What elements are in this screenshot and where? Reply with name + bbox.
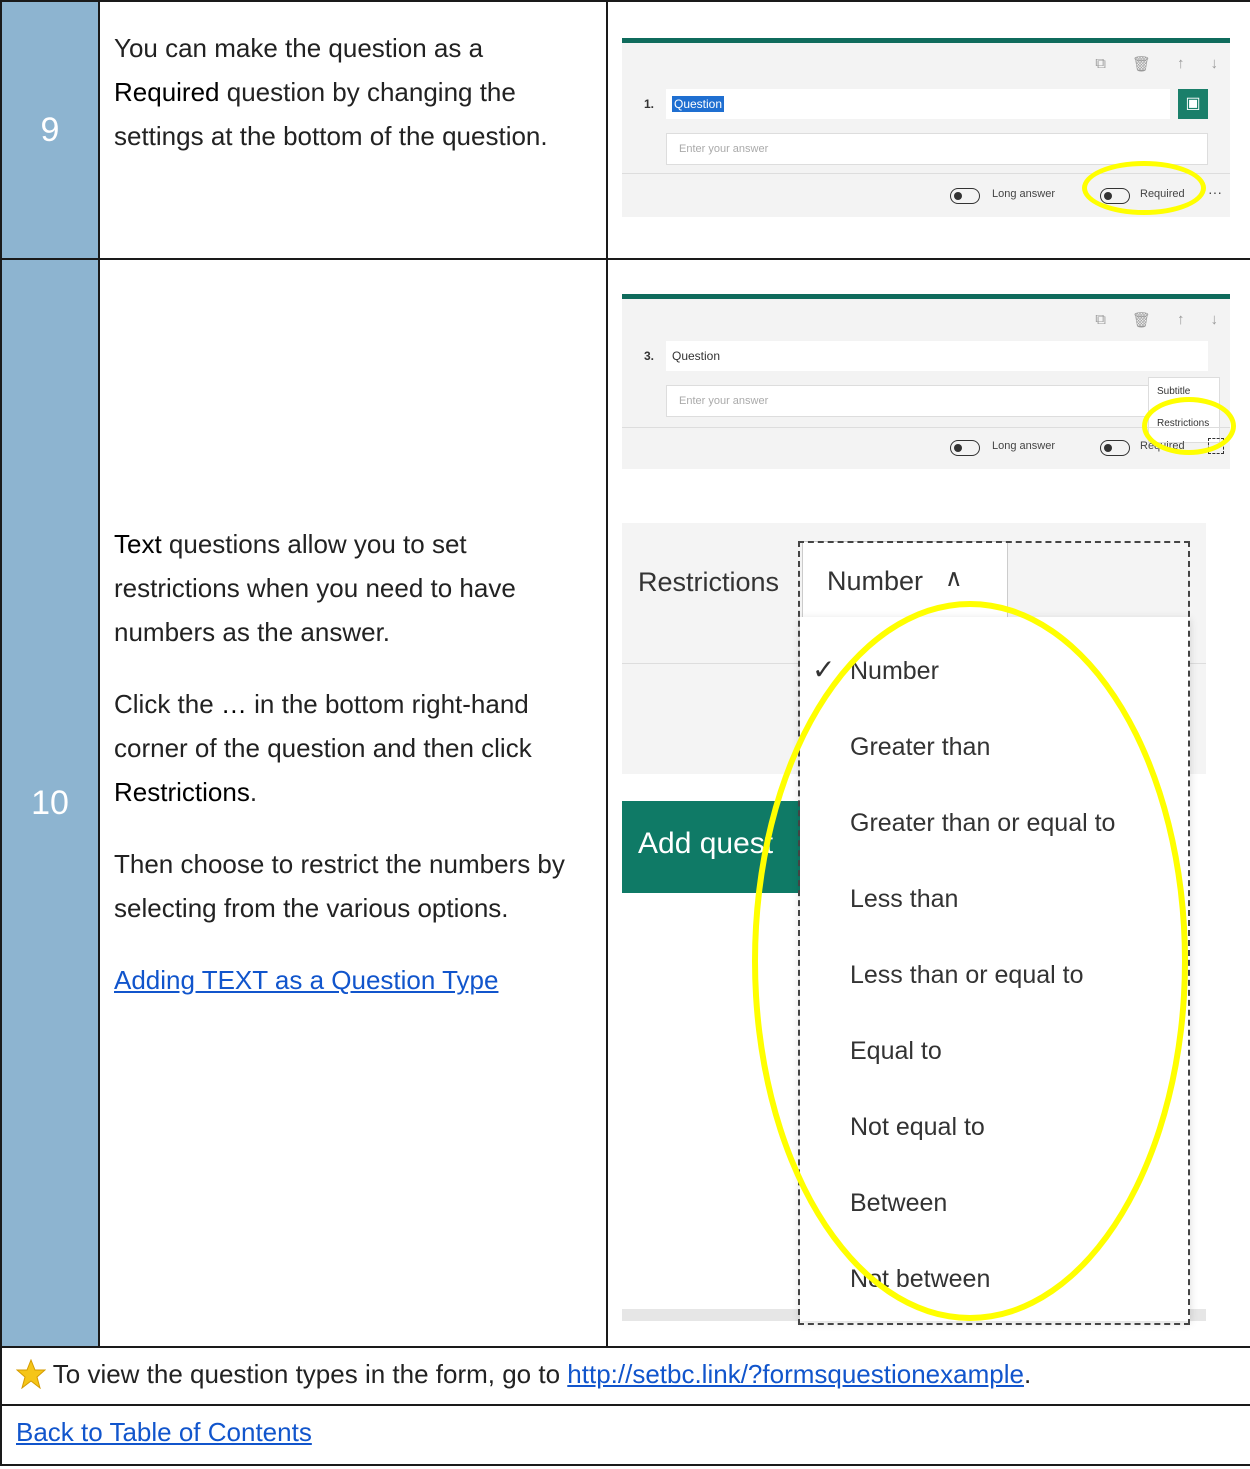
form-question-screenshot-small: ⧉ 🗑︎ ↑ ↓ 3. Question Enter your answer S… — [622, 294, 1236, 472]
required-label: Required — [1140, 440, 1185, 452]
menu-item-subtitle[interactable]: Subtitle — [1157, 386, 1190, 397]
step-row-10: 10 Text questions allow you to set restr… — [0, 258, 1250, 1348]
more-options-icon[interactable] — [1208, 438, 1224, 454]
note-row: To view the question types in the form, … — [0, 1346, 1250, 1406]
insert-image-icon[interactable]: ▣ — [1178, 89, 1208, 119]
copy-icon[interactable]: ⧉ — [1095, 311, 1106, 329]
screenshot-cell: ⧉ 🗑︎ ↑ ↓ 3. Question Enter your answer S… — [606, 258, 1250, 1348]
option-item[interactable]: Between — [850, 1189, 947, 1218]
note-cell: To view the question types in the form, … — [0, 1346, 1250, 1406]
restrictions-dropdown-screenshot: Add quest Restrictions Number ∧ ✓ Number… — [622, 523, 1206, 1325]
more-options-icon[interactable]: ··· — [1208, 184, 1222, 200]
example-form-link[interactable]: http://setbc.link/?formsquestionexample — [567, 1359, 1024, 1389]
bold-text: Text — [114, 529, 162, 559]
toolbar-icons: ⧉ 🗑︎ ↑ ↓ — [1095, 311, 1218, 329]
long-answer-label: Long answer — [992, 440, 1055, 452]
arrow-up-icon[interactable]: ↑ — [1177, 311, 1185, 329]
bold-ellipsis: … — [220, 689, 247, 719]
toolbar-icons: ⧉ 🗑︎ ↑ ↓ — [1095, 55, 1218, 73]
question-input[interactable]: Question — [666, 89, 1170, 119]
checkmark-icon: ✓ — [812, 654, 836, 685]
back-cell: Back to Table of Contents — [0, 1404, 1250, 1466]
question-number: 3. — [644, 349, 655, 363]
long-answer-toggle[interactable] — [950, 188, 980, 204]
step-number: 10 — [0, 258, 100, 1348]
option-item[interactable]: Greater than — [850, 733, 990, 762]
long-answer-label: Long answer — [992, 188, 1055, 200]
back-row: Back to Table of Contents — [0, 1404, 1250, 1466]
option-item[interactable]: Not equal to — [850, 1113, 985, 1142]
arrow-up-icon[interactable]: ↑ — [1177, 55, 1185, 73]
arrow-down-icon[interactable]: ↓ — [1211, 311, 1219, 329]
question-footer: Long answer Required ··· — [622, 173, 1230, 218]
bold-restrictions: Restrictions — [114, 777, 250, 807]
question-footer: Long answer Required — [622, 427, 1230, 472]
trash-icon[interactable]: 🗑︎ — [1132, 311, 1151, 329]
option-item[interactable]: Less than — [850, 885, 958, 914]
option-item[interactable]: Greater than or equal to — [850, 809, 1115, 838]
step-text: You can make the question as a Required … — [98, 0, 608, 260]
step-number: 9 — [0, 0, 100, 260]
question-input[interactable]: Question — [666, 341, 1208, 371]
question-number: 1. — [644, 97, 655, 111]
copy-icon[interactable]: ⧉ — [1095, 55, 1106, 73]
bold-required: Required — [114, 77, 220, 107]
adding-text-link[interactable]: Adding TEXT as a Question Type — [114, 965, 498, 995]
arrow-down-icon[interactable]: ↓ — [1211, 55, 1219, 73]
step-paragraph: Then choose to restrict the numbers by s… — [114, 849, 565, 923]
option-item[interactable]: Less than or equal to — [850, 961, 1084, 990]
star-icon — [15, 1358, 47, 1390]
trash-icon[interactable]: 🗑︎ — [1132, 55, 1151, 73]
option-item[interactable]: Not between — [850, 1265, 990, 1294]
required-label: Required — [1140, 188, 1185, 200]
option-item[interactable]: Number — [850, 657, 939, 686]
step-row-9: 9 You can make the question as a Require… — [0, 0, 1250, 260]
long-answer-toggle[interactable] — [950, 440, 980, 456]
required-toggle[interactable] — [1100, 440, 1130, 456]
screenshot-cell: ⧉ 🗑︎ ↑ ↓ 1. Question ▣ Enter your answer… — [606, 0, 1250, 260]
form-question-screenshot: ⧉ 🗑︎ ↑ ↓ 1. Question ▣ Enter your answer… — [622, 38, 1230, 217]
answer-field: Enter your answer — [666, 385, 1150, 417]
back-to-toc-link[interactable]: Back to Table of Contents — [16, 1417, 312, 1447]
instructions-table: 9 You can make the question as a Require… — [0, 0, 1250, 1466]
answer-field: Enter your answer — [666, 133, 1208, 165]
step-text: Text questions allow you to set restrict… — [98, 258, 608, 1348]
option-item[interactable]: Equal to — [850, 1037, 942, 1066]
required-toggle[interactable] — [1100, 188, 1130, 204]
restrictions-label: Restrictions — [638, 567, 780, 597]
add-question-button[interactable]: Add quest — [622, 801, 812, 893]
